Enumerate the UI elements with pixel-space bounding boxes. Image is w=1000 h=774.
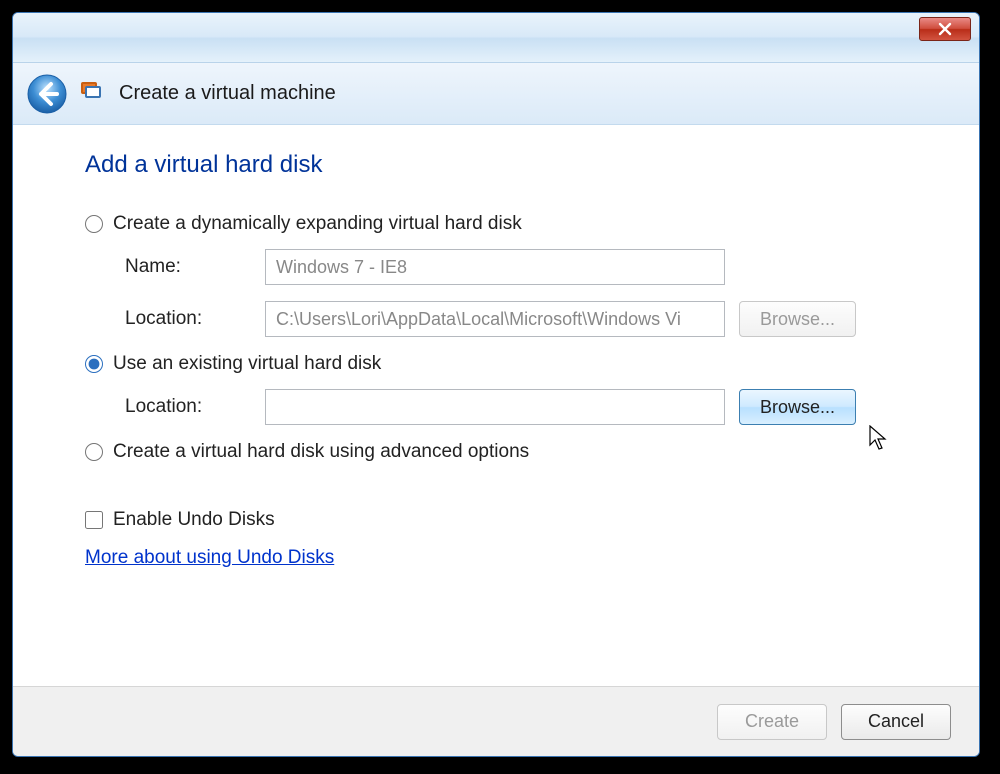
titlebar	[13, 13, 979, 63]
option-existing-label: Use an existing virtual hard disk	[113, 353, 381, 375]
existing-location-input[interactable]	[265, 389, 725, 425]
existing-location-label: Location:	[125, 396, 265, 418]
vm-icon	[81, 82, 105, 106]
dialog-window: Create a virtual machine Add a virtual h…	[12, 12, 980, 757]
dynamic-name-label: Name:	[125, 256, 265, 278]
dynamic-browse-button: Browse...	[739, 301, 856, 337]
dynamic-location-input	[265, 301, 725, 337]
back-arrow-icon	[25, 72, 69, 116]
option-dynamic-row: Create a dynamically expanding virtual h…	[85, 213, 907, 235]
radio-existing[interactable]	[85, 355, 103, 373]
undo-disks-link[interactable]: More about using Undo Disks	[85, 547, 334, 568]
option-existing-row: Use an existing virtual hard disk	[85, 353, 907, 375]
page-heading: Add a virtual hard disk	[85, 151, 907, 179]
dynamic-location-row: Location: Browse...	[85, 301, 907, 337]
undo-disks-label: Enable Undo Disks	[113, 509, 275, 531]
wizard-header: Create a virtual machine	[13, 63, 979, 125]
cancel-button[interactable]: Cancel	[841, 704, 951, 740]
existing-browse-button[interactable]: Browse...	[739, 389, 856, 425]
dynamic-name-row: Name:	[85, 249, 907, 285]
undo-disks-row: Enable Undo Disks	[85, 509, 907, 531]
option-advanced-label: Create a virtual hard disk using advance…	[113, 441, 529, 463]
existing-location-row: Location: Browse...	[85, 389, 907, 425]
create-button: Create	[717, 704, 827, 740]
content-pane: Add a virtual hard disk Create a dynamic…	[21, 125, 971, 680]
radio-advanced[interactable]	[85, 443, 103, 461]
window-title: Create a virtual machine	[119, 82, 336, 105]
radio-dynamic[interactable]	[85, 215, 103, 233]
back-button[interactable]	[25, 72, 69, 116]
close-icon	[938, 22, 952, 36]
dynamic-location-label: Location:	[125, 308, 265, 330]
option-advanced-row: Create a virtual hard disk using advance…	[85, 441, 907, 463]
option-dynamic-label: Create a dynamically expanding virtual h…	[113, 213, 522, 235]
footer-bar: Create Cancel	[13, 686, 979, 756]
checkbox-undo-disks[interactable]	[85, 511, 103, 529]
dynamic-name-input	[265, 249, 725, 285]
close-button[interactable]	[919, 17, 971, 41]
